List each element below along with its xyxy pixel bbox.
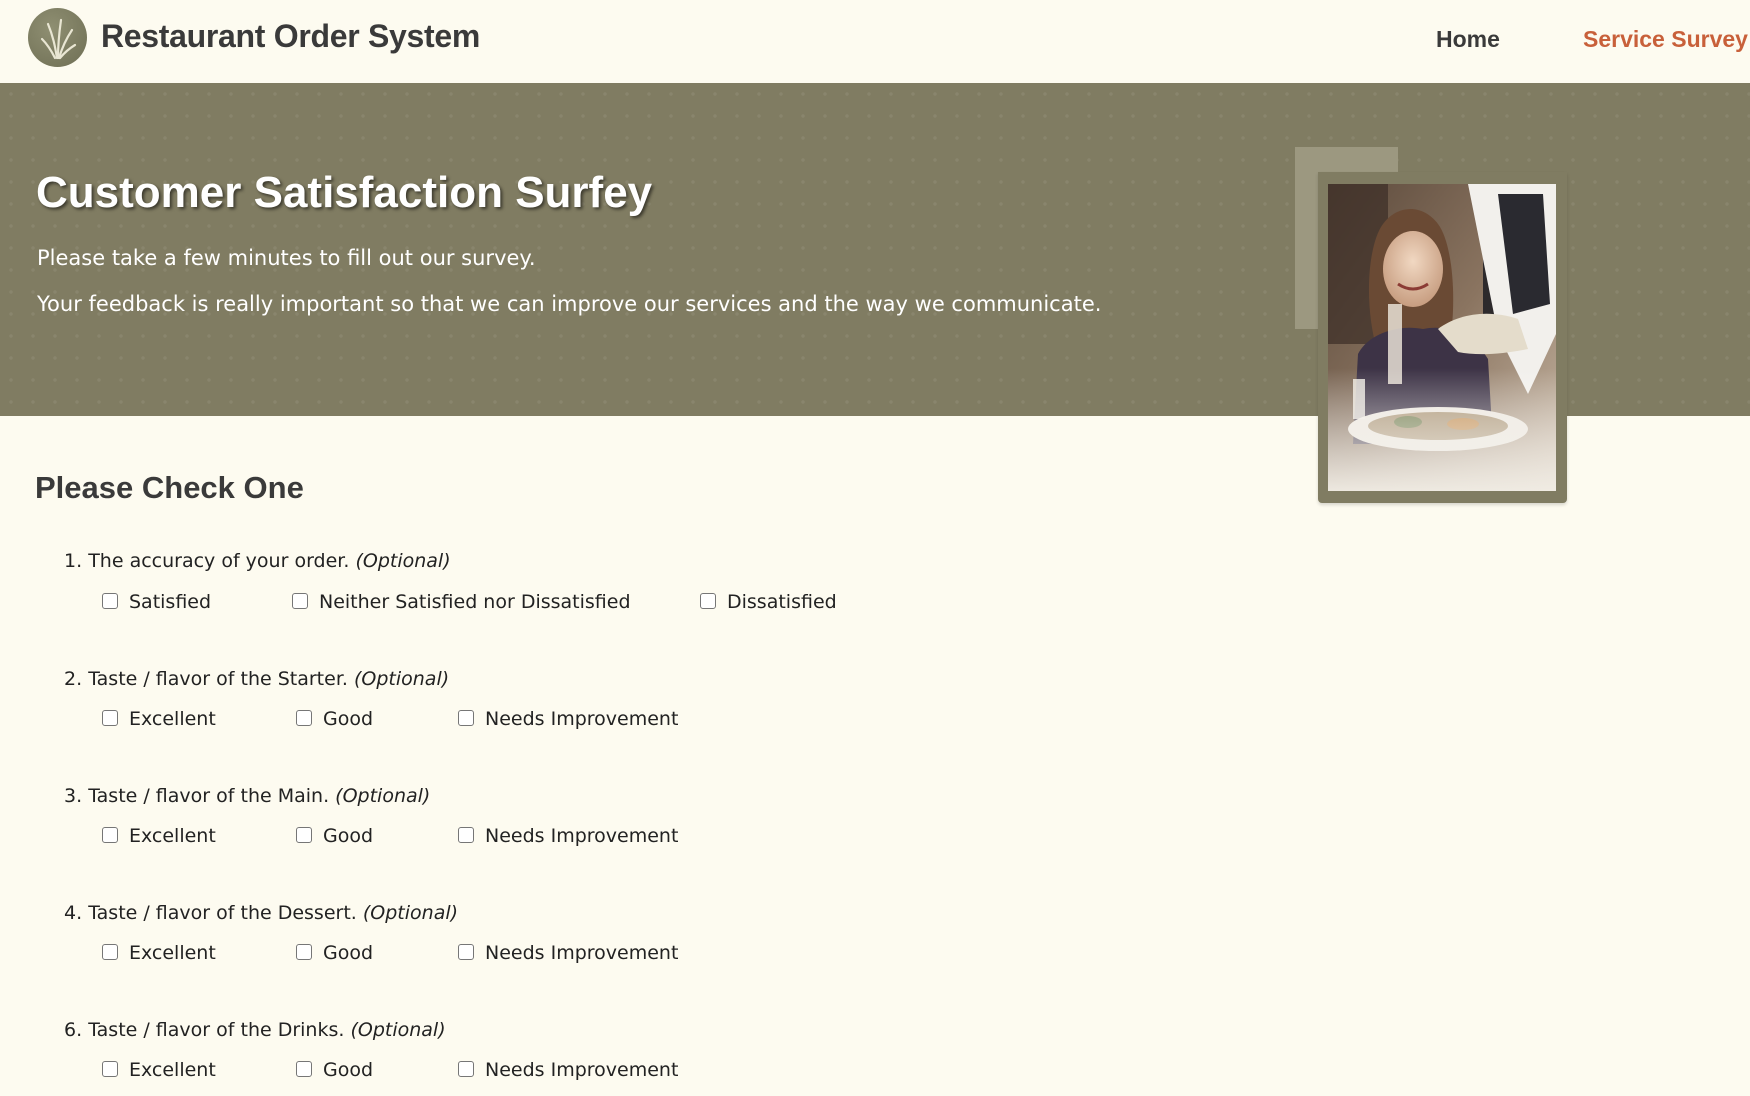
question-3: 3. Taste / flavor of the Main. (Optional… [64, 785, 430, 807]
q3-excellent-checkbox[interactable] [102, 827, 118, 843]
hero-intro-text: Please take a few minutes to fill out ou… [37, 246, 536, 270]
q3-good-checkbox[interactable] [296, 827, 312, 843]
q3-excellent-label[interactable]: Excellent [129, 825, 216, 847]
q2-excellent-label[interactable]: Excellent [129, 708, 216, 730]
question-1: 1. The accuracy of your order. (Optional… [64, 550, 451, 572]
question-6: 6. Taste / flavor of the Drinks. (Option… [64, 1019, 446, 1041]
q1-neutral-label[interactable]: Neither Satisfied nor Dissatisfied [319, 591, 631, 613]
q6-excellent-label[interactable]: Excellent [129, 1059, 216, 1081]
q1-dissatisfied-label[interactable]: Dissatisfied [727, 591, 837, 613]
question-number: 6. [64, 1019, 83, 1041]
q1-satisfied-checkbox[interactable] [102, 593, 118, 609]
question-text: The accuracy of your order. [88, 550, 350, 572]
q4-good-checkbox[interactable] [296, 944, 312, 960]
page-title: Customer Satisfaction Surfey [36, 168, 653, 217]
question-text: Taste / flavor of the Dessert. [88, 902, 357, 924]
wheat-grass-logo-icon [28, 8, 87, 67]
q2-good-checkbox[interactable] [296, 710, 312, 726]
q6-good-label[interactable]: Good [323, 1059, 373, 1081]
optional-label: (Optional) [350, 1019, 446, 1041]
section-title: Please Check One [35, 470, 304, 505]
q4-needs-improvement-label[interactable]: Needs Improvement [485, 942, 678, 964]
question-text: Taste / flavor of the Starter. [88, 668, 348, 690]
optional-label: (Optional) [355, 550, 451, 572]
app-title: Restaurant Order System [101, 18, 481, 54]
q1-satisfied-label[interactable]: Satisfied [129, 591, 211, 613]
question-text: Taste / flavor of the Main. [88, 785, 330, 807]
question-number: 2. [64, 668, 83, 690]
q4-needs-improvement-checkbox[interactable] [458, 944, 474, 960]
top-header: Restaurant Order System Home Service Sur… [0, 0, 1750, 83]
question-number: 1. [64, 550, 83, 572]
q4-excellent-label[interactable]: Excellent [129, 942, 216, 964]
question-4: 4. Taste / flavor of the Dessert. (Optio… [64, 902, 458, 924]
q1-dissatisfied-checkbox[interactable] [700, 593, 716, 609]
question-number: 4. [64, 902, 83, 924]
q2-needs-improvement-label[interactable]: Needs Improvement [485, 708, 678, 730]
q3-good-label[interactable]: Good [323, 825, 373, 847]
q6-good-checkbox[interactable] [296, 1061, 312, 1077]
q6-excellent-checkbox[interactable] [102, 1061, 118, 1077]
q4-excellent-checkbox[interactable] [102, 944, 118, 960]
dining-photo [1328, 184, 1556, 491]
q4-good-label[interactable]: Good [323, 942, 373, 964]
optional-label: (Optional) [335, 785, 431, 807]
q2-good-label[interactable]: Good [323, 708, 373, 730]
q2-excellent-checkbox[interactable] [102, 710, 118, 726]
hero-feedback-text: Your feedback is really important so tha… [37, 292, 1102, 316]
q3-needs-improvement-label[interactable]: Needs Improvement [485, 825, 678, 847]
optional-label: (Optional) [362, 902, 459, 924]
q3-needs-improvement-checkbox[interactable] [458, 827, 474, 843]
nav-service-survey-link[interactable]: Service Survey [1583, 26, 1748, 53]
q6-needs-improvement-checkbox[interactable] [458, 1061, 474, 1077]
q2-needs-improvement-checkbox[interactable] [458, 710, 474, 726]
nav-home-link[interactable]: Home [1436, 26, 1500, 53]
q6-needs-improvement-label[interactable]: Needs Improvement [485, 1059, 678, 1081]
question-2: 2. Taste / flavor of the Starter. (Optio… [64, 668, 449, 690]
q1-neutral-checkbox[interactable] [292, 593, 308, 609]
optional-label: (Optional) [353, 668, 450, 690]
question-text: Taste / flavor of the Drinks. [88, 1019, 345, 1041]
question-number: 3. [64, 785, 83, 807]
